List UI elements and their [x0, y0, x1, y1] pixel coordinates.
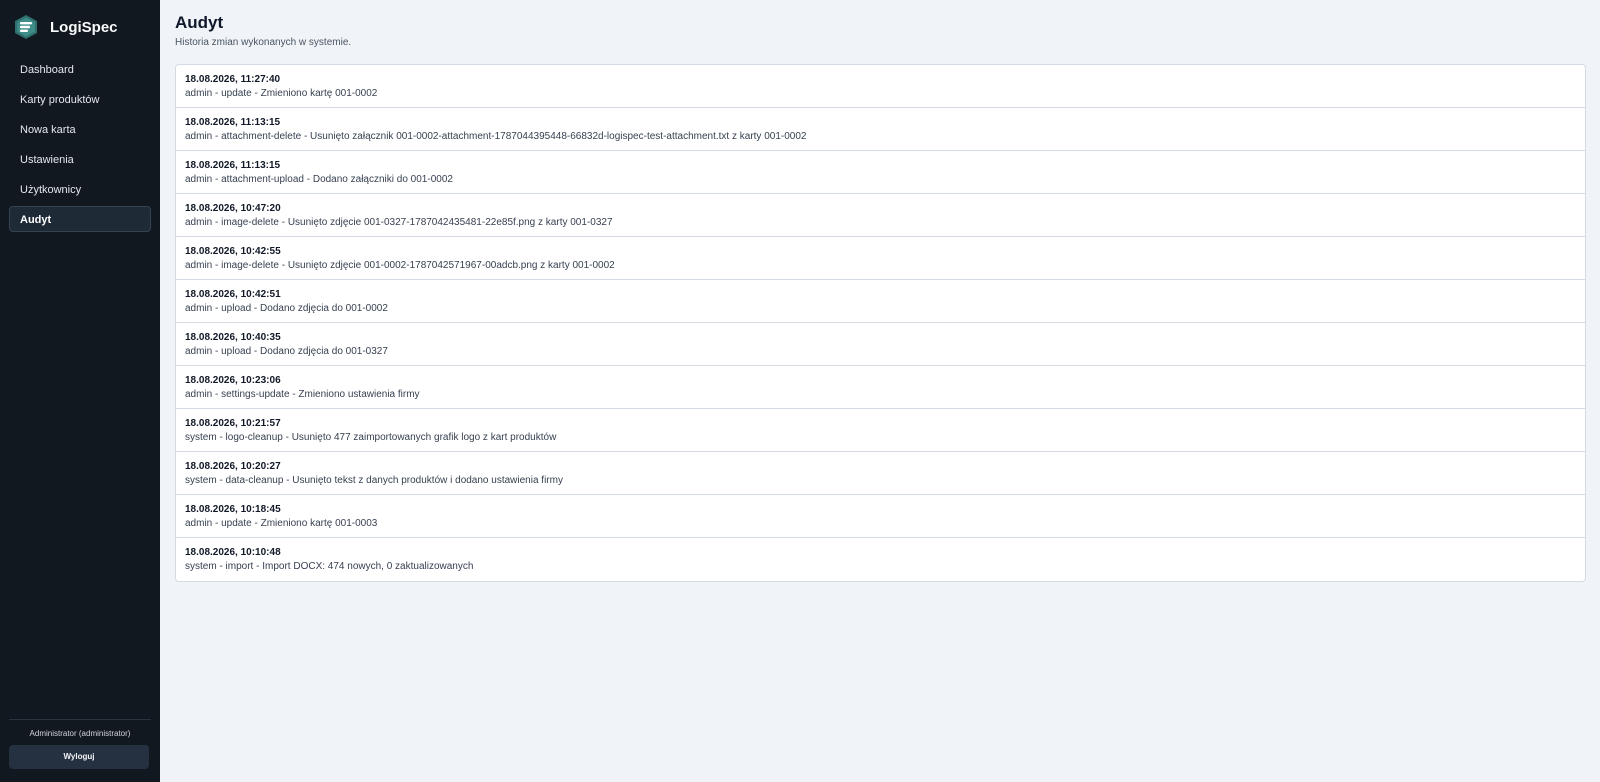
page-title: Audyt [175, 13, 224, 32]
entry-timestamp: 18.08.2026, 10:42:55 [185, 246, 281, 257]
entry-description: system - data-cleanup - Usunięto tekst z… [185, 475, 563, 486]
entry-timestamp: 18.08.2026, 10:23:06 [185, 375, 281, 386]
entry-description: admin - update - Zmieniono kartę 001-000… [185, 88, 378, 99]
entry-timestamp: 18.08.2026, 10:18:45 [185, 504, 281, 515]
audit-entry: 18.08.2026, 11:27:40 admin - update - Zm… [176, 65, 1585, 108]
sidebar-nav: Dashboard Karty produktów Nowa karta Ust… [0, 54, 160, 719]
audit-entry: 18.08.2026, 10:23:06 admin - settings-up… [176, 366, 1585, 409]
entry-timestamp: 18.08.2026, 10:42:51 [185, 289, 281, 300]
entry-description: admin - image-delete - Usunięto zdjęcie … [185, 217, 613, 228]
sidebar-item-settings[interactable]: Ustawienia [9, 146, 151, 172]
audit-entry: 18.08.2026, 10:40:35 admin - upload - Do… [176, 323, 1585, 366]
page-subtitle: Historia zmian wykonanych w systemie. [175, 37, 352, 48]
sidebar-footer: Administrator (administrator) Wyloguj [9, 719, 151, 782]
entry-description: admin - attachment-delete - Usunięto zał… [185, 131, 807, 142]
sidebar: LogiSpec Dashboard Karty produktów Nowa … [0, 0, 160, 782]
audit-entry: 18.08.2026, 10:20:27 system - data-clean… [176, 452, 1585, 495]
audit-entry: 18.08.2026, 11:13:15 admin - attachment-… [176, 108, 1585, 151]
audit-entry: 18.08.2026, 10:21:57 system - logo-clean… [176, 409, 1585, 452]
entry-description: admin - upload - Dodano zdjęcia do 001-0… [185, 303, 388, 314]
audit-entry: 18.08.2026, 10:10:48 system - import - I… [176, 538, 1585, 581]
main-content: Audyt Historia zmian wykonanych w system… [160, 0, 1600, 782]
entry-timestamp: 18.08.2026, 10:10:48 [185, 547, 281, 558]
entry-description: admin - update - Zmieniono kartę 001-000… [185, 518, 378, 529]
current-user: Administrator (administrator) [29, 729, 131, 738]
sidebar-item-users[interactable]: Użytkownicy [9, 176, 151, 202]
brand: LogiSpec [0, 0, 160, 54]
entry-description: admin - upload - Dodano zdjęcia do 001-0… [185, 346, 388, 357]
entry-timestamp: 18.08.2026, 11:13:15 [185, 160, 281, 171]
audit-list: 18.08.2026, 11:27:40 admin - update - Zm… [175, 64, 1586, 582]
app-name: LogiSpec [50, 18, 118, 36]
sidebar-item-audit[interactable]: Audyt [9, 206, 151, 232]
entry-timestamp: 18.08.2026, 10:47:20 [185, 203, 281, 214]
entry-timestamp: 18.08.2026, 10:21:57 [185, 418, 281, 429]
entry-description: system - logo-cleanup - Usunięto 477 zai… [185, 432, 557, 443]
entry-description: system - import - Import DOCX: 474 nowyc… [185, 561, 474, 572]
entry-timestamp: 18.08.2026, 10:40:35 [185, 332, 281, 343]
logispec-logo-icon [15, 15, 37, 39]
entry-timestamp: 18.08.2026, 11:27:40 [185, 74, 281, 85]
audit-entry: 18.08.2026, 11:13:15 admin - attachment-… [176, 151, 1585, 194]
audit-entry: 18.08.2026, 10:47:20 admin - image-delet… [176, 194, 1585, 237]
audit-entry: 18.08.2026, 10:42:55 admin - image-delet… [176, 237, 1585, 280]
audit-entry: 18.08.2026, 10:18:45 admin - update - Zm… [176, 495, 1585, 538]
entry-timestamp: 18.08.2026, 11:13:15 [185, 117, 281, 128]
audit-entry: 18.08.2026, 10:42:51 admin - upload - Do… [176, 280, 1585, 323]
entry-description: admin - image-delete - Usunięto zdjęcie … [185, 260, 615, 271]
logout-button[interactable]: Wyloguj [9, 745, 149, 769]
sidebar-item-dashboard[interactable]: Dashboard [9, 56, 151, 82]
sidebar-item-product-cards[interactable]: Karty produktów [9, 86, 151, 112]
entry-timestamp: 18.08.2026, 10:20:27 [185, 461, 281, 472]
entry-description: admin - settings-update - Zmieniono usta… [185, 389, 420, 400]
sidebar-item-new-card[interactable]: Nowa karta [9, 116, 151, 142]
entry-description: admin - attachment-upload - Dodano załąc… [185, 174, 453, 185]
